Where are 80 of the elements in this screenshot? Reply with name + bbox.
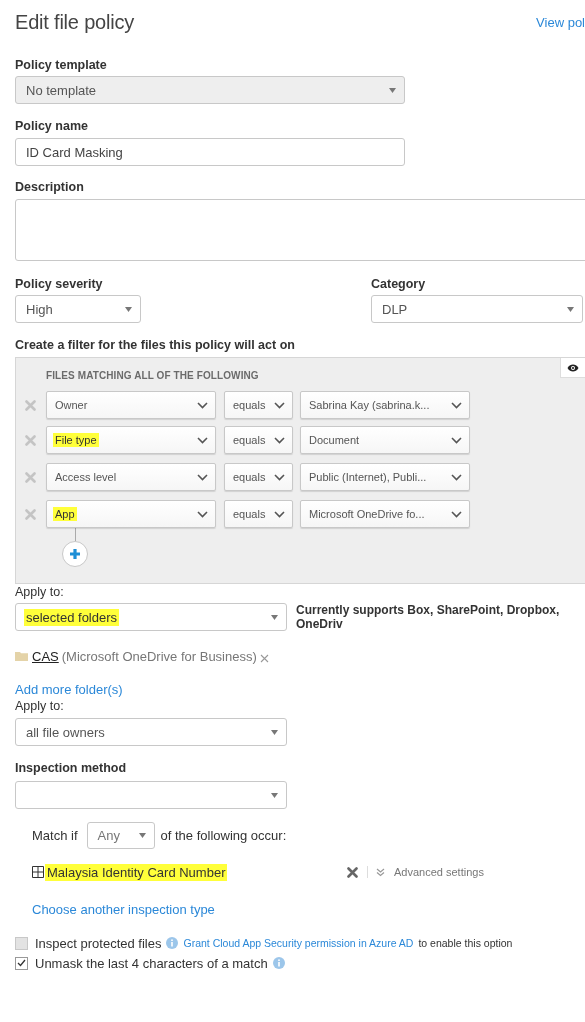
- add-folders-link[interactable]: Add more folder(s): [15, 682, 123, 698]
- choose-inspection-link[interactable]: Choose another inspection type: [32, 902, 215, 917]
- folder-icon: [15, 651, 28, 661]
- chevron-down-icon: [451, 510, 462, 518]
- field-name: File type: [53, 433, 99, 447]
- field-label: Category: [371, 276, 427, 292]
- filter-heading: FILES MATCHING ALL OF THE FOLLOWING: [46, 369, 260, 383]
- field-label: Policy severity: [15, 276, 104, 292]
- field-label: Inspection method: [15, 760, 128, 776]
- caret-down-icon: [567, 306, 574, 312]
- chevron-down-icon: [274, 401, 285, 409]
- value-dropdown[interactable]: Sabrina Kay (sabrina.k...: [300, 391, 470, 419]
- info-icon: [272, 957, 285, 969]
- field-label: Policy name: [15, 118, 89, 134]
- category-dropdown[interactable]: DLP: [371, 295, 583, 323]
- value-dropdown[interactable]: Document: [300, 426, 470, 454]
- double-chevron-icon[interactable]: [376, 867, 385, 877]
- field-dropdown[interactable]: File type: [46, 426, 216, 454]
- chevron-down-icon: [274, 473, 285, 481]
- caret-down-icon: [271, 614, 278, 620]
- field-dropdown[interactable]: Access level: [46, 463, 216, 491]
- advanced-settings-link[interactable]: Advanced settings: [394, 866, 484, 878]
- close-icon[interactable]: [259, 654, 269, 663]
- operator-dropdown[interactable]: equals: [224, 500, 293, 528]
- policy-name-field[interactable]: ID Card Masking: [15, 138, 405, 166]
- info-icon: [166, 937, 179, 949]
- page-title: Edit file policy: [15, 10, 135, 34]
- remove-icon[interactable]: [347, 866, 358, 878]
- eye-icon: [567, 363, 579, 372]
- field-name: Owner: [55, 399, 88, 411]
- chevron-down-icon: [451, 473, 462, 481]
- view-policy-link[interactable]: View pol: [536, 14, 585, 30]
- caret-down-icon: [271, 792, 278, 798]
- field-dropdown[interactable]: Owner: [46, 391, 216, 419]
- match-dropdown[interactable]: Any: [86, 822, 155, 849]
- chevron-down-icon: [197, 510, 208, 518]
- chevron-down-icon: [197, 473, 208, 481]
- chevron-down-icon: [197, 401, 208, 409]
- inspection-method-dropdown[interactable]: [15, 781, 287, 809]
- operator-dropdown[interactable]: equals: [224, 426, 293, 454]
- match-label: Match if: [32, 828, 78, 843]
- operator-dropdown[interactable]: equals: [224, 463, 293, 491]
- checkbox[interactable]: [15, 956, 28, 970]
- field-label: Description: [15, 179, 85, 195]
- caret-down-icon: [271, 729, 278, 735]
- caret-down-icon: [138, 833, 146, 838]
- preview-button[interactable]: [560, 358, 585, 378]
- field-label: Apply to:: [15, 584, 65, 600]
- chevron-down-icon: [274, 510, 285, 518]
- chevron-down-icon: [451, 436, 462, 444]
- option-label: Unmask the last 4 characters of a match: [35, 955, 268, 971]
- apply-to-dropdown[interactable]: all file owners: [15, 718, 287, 746]
- field-label: Create a filter for the files this policy will act on: [15, 337, 296, 353]
- table-icon: [32, 866, 44, 878]
- selected-option: selected folders: [24, 608, 120, 626]
- field-name: Access level: [55, 471, 117, 483]
- add-filter-button[interactable]: [62, 541, 88, 567]
- chevron-down-icon: [451, 401, 462, 409]
- option-note: to enable this option: [418, 937, 513, 949]
- severity-dropdown[interactable]: High: [15, 295, 141, 323]
- field-name: App: [53, 507, 77, 521]
- match-suffix: of the following occur:: [160, 828, 287, 843]
- option-label: Inspect protected files: [35, 935, 162, 951]
- apply-to-dropdown[interactable]: selected folders: [15, 603, 287, 631]
- inspection-type-name: Malaysia Identity Card Number: [45, 863, 228, 881]
- operator-dropdown[interactable]: equals: [224, 391, 293, 419]
- caret-down-icon: [125, 306, 132, 312]
- description-field[interactable]: [15, 199, 585, 261]
- field-dropdown[interactable]: App: [46, 500, 216, 528]
- field-label: Policy template: [15, 57, 108, 73]
- plus-icon: [69, 548, 81, 560]
- field-label: Apply to:: [15, 698, 65, 714]
- support-note: Currently supports Box, SharePoint, Dropbox, OneDriv: [296, 603, 561, 631]
- folder-app-text: (Microsoft OneDrive for Business): [61, 648, 257, 664]
- caret-down-icon: [389, 87, 396, 93]
- folder-link[interactable]: CAS: [32, 648, 59, 664]
- value-dropdown[interactable]: Public (Internet), Publi...: [300, 463, 470, 491]
- value-dropdown[interactable]: Microsoft OneDrive fo...: [300, 500, 470, 528]
- chevron-down-icon: [274, 436, 285, 444]
- chevron-down-icon: [197, 436, 208, 444]
